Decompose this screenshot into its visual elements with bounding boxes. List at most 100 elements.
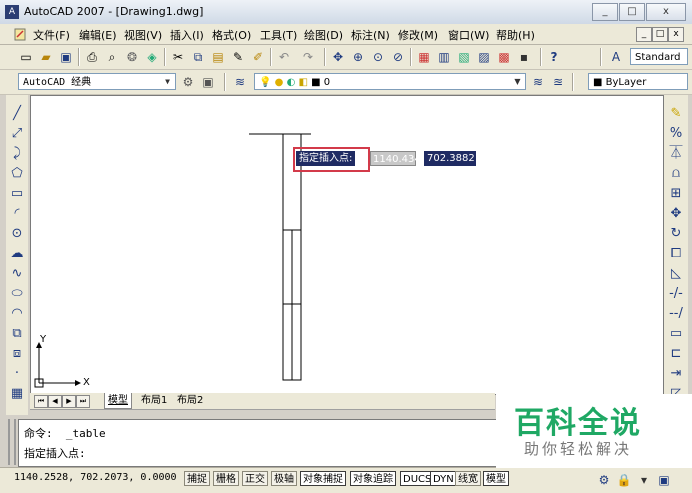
markup-icon[interactable]: ▩ — [496, 49, 512, 65]
menu-insert[interactable]: 插入(I) — [170, 27, 204, 43]
color-combo[interactable]: ■ ByLayer — [588, 73, 688, 90]
close-button[interactable]: x — [646, 3, 686, 21]
cut-icon[interactable]: ✂ — [170, 49, 186, 65]
osnap-toggle[interactable]: 对象捕捉 — [300, 471, 346, 486]
mdi-minimize-button[interactable]: _ — [636, 27, 652, 42]
polar-toggle[interactable]: 极轴 — [271, 471, 297, 486]
model-space-toggle[interactable]: 模型 — [483, 471, 509, 486]
break-icon[interactable]: ⊏ — [667, 345, 685, 363]
spline-icon[interactable]: ∿ — [8, 265, 26, 283]
pan-icon[interactable]: ✥ — [330, 49, 346, 65]
grid-toggle[interactable]: 栅格 — [213, 471, 239, 486]
sheet-set-icon[interactable]: ▨ — [476, 49, 492, 65]
minimize-button[interactable]: _ — [592, 3, 618, 21]
hatch-icon[interactable]: ▦ — [8, 385, 26, 403]
menu-dimension[interactable]: 标注(N) — [351, 27, 390, 43]
rectangle-icon[interactable]: ▭ — [8, 185, 26, 203]
break-at-point-icon[interactable]: ▭ — [667, 325, 685, 343]
scale-icon[interactable]: ⧠ — [667, 245, 685, 263]
stretch-icon[interactable]: ◺ — [667, 265, 685, 283]
join-icon[interactable]: ⇥ — [667, 365, 685, 383]
menu-view[interactable]: 视图(V) — [124, 27, 162, 43]
tool-palettes-icon[interactable]: ▧ — [456, 49, 472, 65]
menu-file[interactable]: 文件(F) — [33, 27, 70, 43]
new-icon[interactable]: ▭ — [18, 49, 34, 65]
snap-toggle[interactable]: 捕捉 — [184, 471, 210, 486]
publish-icon[interactable]: ❂ — [124, 49, 140, 65]
mirror-icon[interactable]: ⏄ — [667, 145, 685, 163]
ellipse-arc-icon[interactable]: ◠ — [8, 305, 26, 323]
save-workspace-icon[interactable]: ▣ — [200, 74, 216, 90]
menu-modify[interactable]: 修改(M) — [398, 27, 438, 43]
clean-screen-icon[interactable]: ▣ — [656, 472, 672, 488]
extend-icon[interactable]: --/ — [667, 305, 685, 323]
plot-preview-icon[interactable]: ⌕ — [104, 49, 120, 65]
move-icon[interactable]: ✥ — [667, 205, 685, 223]
command-line-window[interactable]: 命令: _table 指定插入点: — [18, 419, 498, 467]
mdi-close-button[interactable]: x — [668, 27, 684, 42]
arc-icon[interactable]: ◜ — [8, 205, 26, 223]
polyline-icon[interactable]: ⤸ — [8, 145, 26, 163]
menu-tools[interactable]: 工具(T) — [260, 27, 297, 43]
workspace-settings-icon[interactable]: ⚙ — [180, 74, 196, 90]
menu-format[interactable]: 格式(O) — [212, 27, 251, 43]
autocad-app-icon[interactable]: A — [5, 5, 19, 19]
print-icon[interactable]: ⎙ — [84, 49, 100, 65]
menu-window[interactable]: 窗口(W) — [448, 27, 489, 43]
tab-layout1[interactable]: 布局1 — [138, 393, 170, 408]
layer-combo[interactable]: 💡 ● ◐ ◧ ■ 0 ▼ — [254, 73, 526, 90]
communication-center-icon[interactable]: ⚙ — [596, 472, 612, 488]
trim-icon[interactable]: -/- — [667, 285, 685, 303]
dynamic-input-x-field[interactable]: 1140.434 — [370, 151, 421, 166]
rotate-icon[interactable]: ↻ — [667, 225, 685, 243]
menu-help[interactable]: 帮助(H) — [496, 27, 535, 43]
last-tab-button[interactable]: ⏭ — [76, 395, 90, 408]
drawing-doc-icon[interactable] — [14, 27, 28, 41]
mdi-maximize-button[interactable]: □ — [652, 27, 668, 42]
paste-icon[interactable]: ▤ — [210, 49, 226, 65]
save-icon[interactable]: ▣ — [58, 49, 74, 65]
chevron-down-icon[interactable]: ▼ — [511, 75, 524, 88]
tab-model[interactable]: 模型 — [104, 393, 132, 409]
text-style-combo[interactable]: Standard — [630, 48, 688, 65]
coordinate-readout[interactable]: 1140.2528, 702.2073, 0.0000 — [14, 472, 177, 483]
revision-cloud-icon[interactable]: ☁ — [8, 245, 26, 263]
tab-layout2[interactable]: 布局2 — [174, 393, 206, 408]
ortho-toggle[interactable]: 正交 — [242, 471, 268, 486]
redo-icon[interactable]: ↷ — [300, 49, 316, 65]
design-center-icon[interactable]: ▥ — [436, 49, 452, 65]
properties-icon[interactable]: ▦ — [416, 49, 432, 65]
chevron-down-icon[interactable]: ▼ — [161, 75, 174, 88]
copy-object-icon[interactable]: % — [667, 125, 685, 143]
lineweight-toggle[interactable]: 线宽 — [455, 471, 481, 486]
help-icon[interactable]: ? — [546, 49, 562, 65]
open-icon[interactable]: ▰ — [38, 49, 54, 65]
construction-line-icon[interactable]: ⤢ — [8, 125, 26, 143]
ellipse-icon[interactable]: ⬭ — [8, 285, 26, 303]
undo-icon[interactable]: ↶ — [276, 49, 292, 65]
next-tab-button[interactable]: ▶ — [62, 395, 76, 408]
drawing-canvas[interactable]: X Y — [30, 95, 664, 395]
polygon-icon[interactable]: ⬠ — [8, 165, 26, 183]
line-icon[interactable]: ╱ — [8, 105, 26, 123]
circle-icon[interactable]: ⊙ — [8, 225, 26, 243]
zoom-realtime-icon[interactable]: ⊕ — [350, 49, 366, 65]
first-tab-button[interactable]: ⏮ — [34, 395, 48, 408]
menu-edit[interactable]: 编辑(E) — [79, 27, 117, 43]
text-style-icon[interactable]: A — [608, 49, 624, 65]
toolbar-lock-icon[interactable]: 🔒 — [616, 472, 632, 488]
layer-manager-icon[interactable]: ≋ — [232, 74, 248, 90]
otrack-toggle[interactable]: 对象追踪 — [350, 471, 396, 486]
zoom-window-icon[interactable]: ⊙ — [370, 49, 386, 65]
array-icon[interactable]: ⊞ — [667, 185, 685, 203]
maximize-button[interactable]: □ — [619, 3, 645, 21]
copy-icon[interactable]: ⧉ — [190, 49, 206, 65]
menu-draw[interactable]: 绘图(D) — [304, 27, 343, 43]
dynamic-input-y-field[interactable]: 702.3882 — [424, 151, 476, 166]
make-layer-current-icon[interactable]: ≋ — [530, 74, 546, 90]
previous-tab-button[interactable]: ◀ — [48, 395, 62, 408]
3d-dwf-icon[interactable]: ◈ — [144, 49, 160, 65]
make-block-icon[interactable]: ⧈ — [8, 345, 26, 363]
zoom-previous-icon[interactable]: ⊘ — [390, 49, 406, 65]
dyn-toggle[interactable]: DYN — [430, 471, 457, 486]
